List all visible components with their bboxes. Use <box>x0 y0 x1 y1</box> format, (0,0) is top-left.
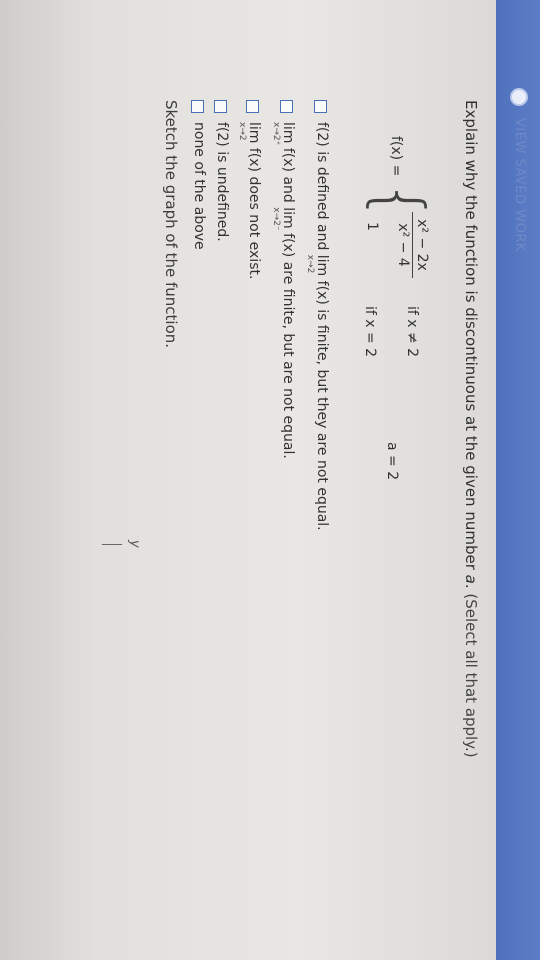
fraction-denominator: x² − 4 <box>395 223 411 267</box>
select-all-hint: (Select all that apply.) <box>462 593 480 758</box>
option-checkbox[interactable] <box>191 100 204 113</box>
option-label: none of the above <box>191 122 207 250</box>
y-axis-line <box>102 544 122 545</box>
function-label: f(x) = <box>388 136 404 177</box>
piece-two-value: 1 <box>364 222 380 231</box>
y-axis-label: y <box>127 540 142 548</box>
view-saved-work-link[interactable]: VIEW SAVED WORK <box>512 118 527 252</box>
option-label: lim x→2 f(x) does not exist. <box>237 122 262 280</box>
condition-one: if x ≠ 2 <box>404 306 420 358</box>
option-label: f(2) is undefined. <box>214 122 230 242</box>
option-label: f(2) is defined and lim x→2 f(x) is finit… <box>305 122 330 531</box>
option-checkbox[interactable] <box>280 100 293 113</box>
piecewise-function: f(x) = { x² − 2x x² − 4 if x ≠ 2 1 if x … <box>356 136 438 656</box>
fraction: x² − 2x x² − 4 <box>395 212 430 278</box>
question-prompt: Explain why the function is discontinuou… <box>462 100 480 758</box>
graph-area[interactable]: y <box>102 500 142 590</box>
step-circle-icon <box>510 88 528 106</box>
condition-two: if x = 2 <box>362 306 378 358</box>
option-checkbox[interactable] <box>246 100 259 113</box>
option-label: lim x→2⁺ f(x) and lim x→2⁻ f(x) are finite… <box>271 122 296 459</box>
header-bar: VIEW SAVED WORK <box>496 0 540 960</box>
sketch-prompt: Sketch the graph of the function. <box>162 100 180 349</box>
fraction-numerator: x² − 2x <box>412 212 430 278</box>
option-checkbox[interactable] <box>214 100 227 113</box>
rotated-screen: VIEW SAVED WORK Explain why the function… <box>0 0 540 960</box>
option-checkbox[interactable] <box>314 100 327 113</box>
given-number: a = 2 <box>384 442 400 481</box>
